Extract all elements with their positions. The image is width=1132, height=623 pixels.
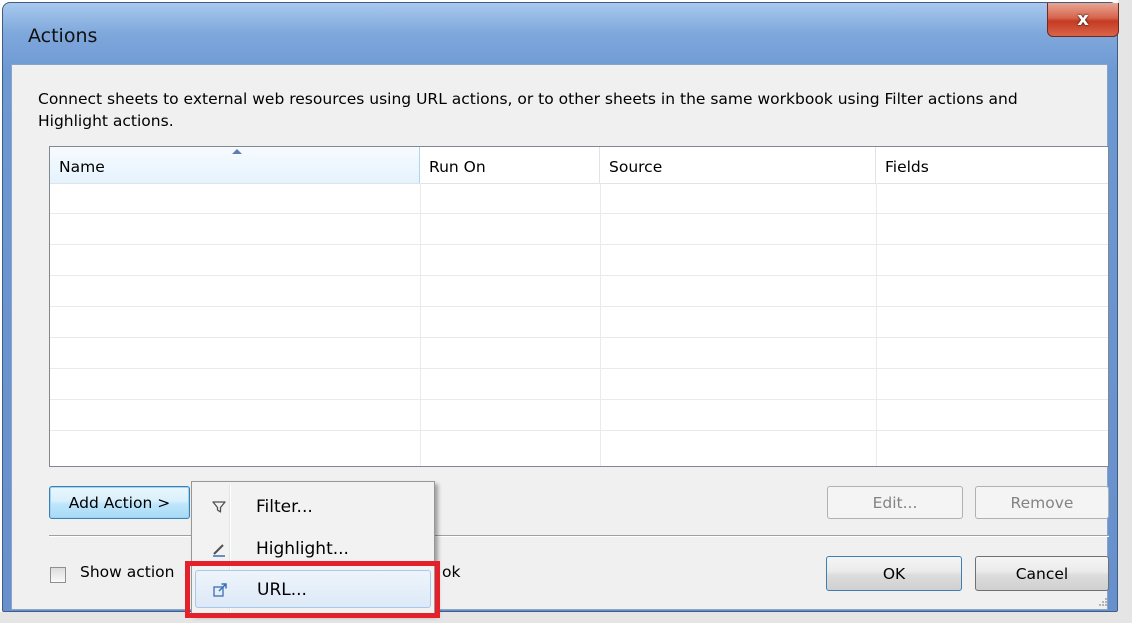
- table-header: Name Run On Source Fields: [50, 147, 1108, 184]
- column-header-name[interactable]: Name: [50, 147, 420, 183]
- close-button[interactable]: x: [1047, 3, 1119, 37]
- dialog-description: Connect sheets to external web resources…: [38, 90, 1018, 130]
- menu-item-label: Filter...: [256, 497, 313, 517]
- show-actions-label-end: ok: [442, 563, 461, 581]
- add-action-button[interactable]: Add Action >: [49, 486, 190, 519]
- column-header-label: Run On: [429, 158, 486, 176]
- table-row: [50, 338, 1108, 369]
- window-shadow-bottom: [0, 612, 1132, 623]
- column-divider: [876, 183, 877, 466]
- table-row: [50, 183, 1108, 214]
- column-divider: [420, 183, 421, 466]
- table-row: [50, 276, 1108, 307]
- sort-ascending-icon: [232, 149, 242, 154]
- table-row: [50, 400, 1108, 431]
- cancel-button[interactable]: Cancel: [975, 556, 1109, 591]
- window-shadow-right: [1118, 0, 1132, 623]
- table-row: [50, 369, 1108, 400]
- column-header-label: Source: [609, 158, 663, 176]
- column-header-label: Fields: [885, 158, 929, 176]
- table-row: [50, 245, 1108, 276]
- column-header-fields[interactable]: Fields: [876, 147, 1108, 183]
- ok-button[interactable]: OK: [826, 556, 962, 591]
- column-header-label: Name: [59, 158, 105, 176]
- table-row: [50, 307, 1108, 338]
- highlight-pen-icon: [211, 541, 227, 557]
- annotation-highlight-box: [185, 561, 440, 618]
- actions-table[interactable]: Name Run On Source Fields: [49, 146, 1109, 467]
- table-row: [50, 431, 1108, 462]
- remove-button[interactable]: Remove: [975, 486, 1109, 519]
- show-actions-checkbox[interactable]: [50, 567, 66, 583]
- column-header-source[interactable]: Source: [600, 147, 876, 183]
- table-row: [50, 214, 1108, 245]
- menu-item-label: Highlight...: [256, 539, 349, 559]
- resize-grip-icon[interactable]: [1096, 596, 1108, 608]
- edit-button[interactable]: Edit...: [827, 486, 963, 519]
- column-divider: [600, 183, 601, 466]
- column-header-run-on[interactable]: Run On: [420, 147, 600, 183]
- dialog-title: Actions: [28, 25, 98, 47]
- filter-icon: [211, 499, 227, 515]
- menu-item-filter[interactable]: Filter...: [195, 488, 431, 526]
- show-actions-label: Show action: [80, 563, 175, 581]
- close-icon: x: [1077, 9, 1089, 30]
